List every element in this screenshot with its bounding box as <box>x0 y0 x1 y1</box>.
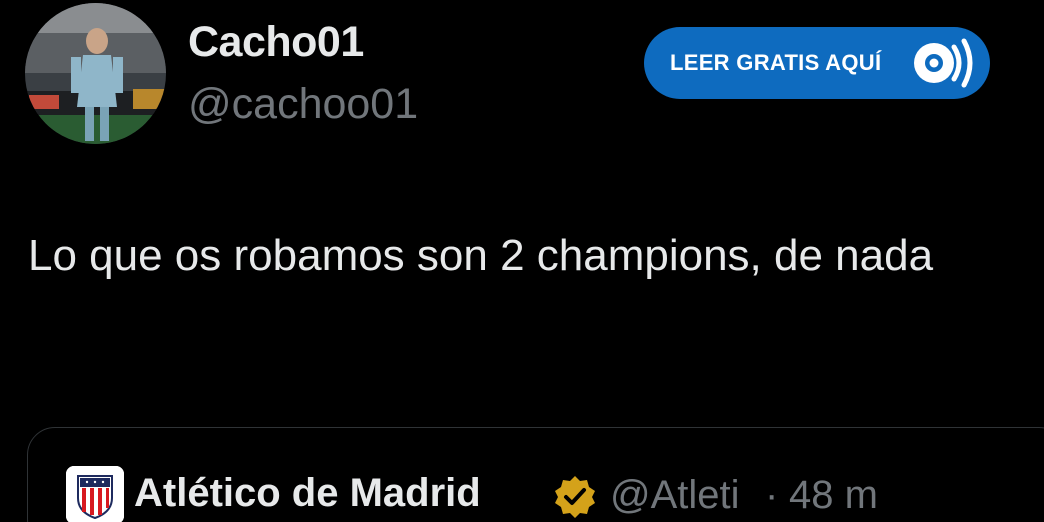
display-name[interactable]: Cacho01 <box>188 18 364 67</box>
tweet-text: Lo que os robamos son 2 champions, de na… <box>28 231 934 280</box>
user-handle[interactable]: @cachoo01 <box>188 80 418 129</box>
avatar[interactable] <box>25 3 166 144</box>
quoted-timestamp[interactable]: 48 m <box>789 473 878 518</box>
broadcast-icon <box>914 38 973 88</box>
ad-label: LEER GRATIS AQUÍ <box>670 50 882 75</box>
quoted-tweet-card[interactable]: Atlético de Madrid @Atleti · 48 m <box>27 427 1044 522</box>
quoted-display-name[interactable]: Atlético de Madrid <box>134 471 481 516</box>
quoted-handle[interactable]: @Atleti <box>610 473 740 518</box>
atletico-crest-icon[interactable] <box>66 466 124 522</box>
tweet: Cacho01 @cachoo01 m LEER GRATIS AQUÍ Lo … <box>0 0 1044 522</box>
separator-dot: · <box>765 473 779 517</box>
read-free-ad-button[interactable]: LEER GRATIS AQUÍ <box>644 27 990 99</box>
verified-badge-icon <box>555 476 595 518</box>
